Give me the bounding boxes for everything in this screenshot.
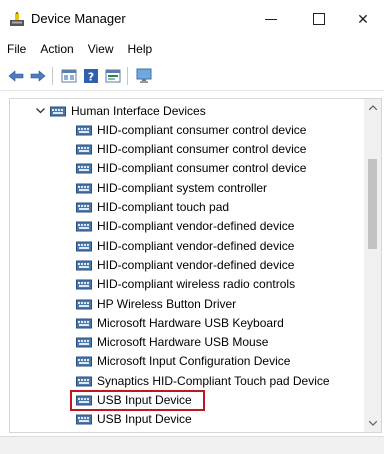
hid-device-icon xyxy=(76,354,92,368)
hid-device-icon xyxy=(76,200,92,214)
tree-device-item[interactable]: HID-compliant wireless radio controls xyxy=(76,275,295,294)
monitor-icon xyxy=(136,68,152,83)
menu-file[interactable]: File xyxy=(0,38,33,60)
vertical-scrollbar[interactable] xyxy=(364,99,381,432)
hid-device-icon xyxy=(76,181,92,195)
chevron-down-icon[interactable] xyxy=(34,105,46,117)
tree-device-item[interactable]: HID-compliant consumer control device xyxy=(76,159,306,178)
hid-device-icon xyxy=(76,297,92,311)
tree-device-item[interactable]: HID-compliant system controller xyxy=(76,178,267,197)
device-label: HID-compliant consumer control device xyxy=(97,122,307,137)
device-label: Microsoft Hardware USB Mouse xyxy=(97,335,269,350)
tree-device-item[interactable]: HID-compliant vendor-defined device xyxy=(76,217,294,236)
minimize-icon xyxy=(265,18,277,20)
hid-device-icon xyxy=(76,412,92,426)
help-icon: ? xyxy=(84,69,98,84)
chevron-down-icon xyxy=(368,421,377,426)
scroll-up-button[interactable] xyxy=(364,99,381,116)
device-label: HID-compliant consumer control device xyxy=(97,161,307,176)
forward-arrow-icon xyxy=(30,70,46,82)
svg-text:?: ? xyxy=(88,71,94,84)
minimize-button[interactable] xyxy=(248,0,294,38)
hid-device-icon xyxy=(76,277,92,291)
tree-device-item[interactable]: Microsoft Hardware USB Keyboard xyxy=(76,313,284,332)
highlight-box xyxy=(70,389,205,411)
device-label: HID-compliant vendor-defined device xyxy=(97,238,295,253)
properties-button[interactable] xyxy=(59,66,79,86)
tree-device-item[interactable]: Microsoft Hardware USB Mouse xyxy=(76,333,268,352)
tree-category-label: Human Interface Devices xyxy=(71,103,206,118)
menu-help[interactable]: Help xyxy=(121,38,160,60)
hid-device-icon xyxy=(76,335,92,349)
scan-hardware-button[interactable] xyxy=(134,66,154,86)
tree-device-item[interactable]: HID-compliant vendor-defined device xyxy=(76,255,294,274)
tree-device-item[interactable]: HID-compliant consumer control device xyxy=(76,120,306,139)
device-label: HID-compliant consumer control device xyxy=(97,142,307,157)
title-bar[interactable]: Device Manager ✕ xyxy=(0,0,384,38)
update-driver-icon xyxy=(105,69,121,83)
chevron-up-icon xyxy=(368,105,377,110)
close-button[interactable]: ✕ xyxy=(340,0,384,38)
toolbar: ? xyxy=(0,62,384,91)
hid-device-icon xyxy=(76,374,92,388)
update-driver-button[interactable] xyxy=(103,66,123,86)
device-label: Microsoft Hardware USB Keyboard xyxy=(97,315,284,330)
back-arrow-icon xyxy=(8,70,24,82)
properties-icon xyxy=(61,69,77,83)
device-label: HID-compliant touch pad xyxy=(97,200,230,214)
device-label: HID-compliant system controller xyxy=(97,180,268,195)
window-title: Device Manager xyxy=(31,11,126,26)
device-label: HID-compliant vendor-defined device xyxy=(97,219,295,234)
toolbar-separator xyxy=(52,67,53,85)
maximize-icon xyxy=(313,13,325,25)
tree-device-item[interactable]: HID-compliant touch pad xyxy=(76,198,229,217)
hid-device-icon xyxy=(76,219,92,233)
hid-category-icon xyxy=(50,104,66,118)
device-manager-window: Device Manager ✕ File Action View Help ?… xyxy=(0,0,384,454)
help-button[interactable]: ? xyxy=(81,66,101,86)
toolbar-separator xyxy=(127,67,128,85)
device-label: HID-compliant wireless radio controls xyxy=(97,277,296,292)
forward-button[interactable] xyxy=(28,66,48,86)
tree-device-item[interactable]: USB Input Device xyxy=(76,410,192,429)
tree-device-item[interactable]: HID-compliant vendor-defined device xyxy=(76,236,294,255)
scroll-thumb[interactable] xyxy=(368,159,377,249)
close-icon: ✕ xyxy=(357,10,369,27)
scroll-down-button[interactable] xyxy=(364,415,381,432)
hid-device-icon xyxy=(76,161,92,175)
device-tree[interactable]: Human Interface Devices HID-compliant con… xyxy=(9,98,382,433)
hid-device-icon xyxy=(76,123,92,137)
device-label: USB Input Device xyxy=(97,412,192,427)
device-label: HP Wireless Button Driver xyxy=(97,296,237,311)
device-label: Microsoft Input Configuration Device xyxy=(97,354,291,369)
status-bar xyxy=(0,436,384,454)
menu-action[interactable]: Action xyxy=(33,38,80,60)
menu-view[interactable]: View xyxy=(81,38,121,60)
maximize-button[interactable] xyxy=(296,0,342,38)
device-manager-icon xyxy=(10,12,24,26)
hid-device-icon xyxy=(76,239,92,253)
hid-device-icon xyxy=(76,258,92,272)
back-button[interactable] xyxy=(6,66,26,86)
device-label: HID-compliant vendor-defined device xyxy=(97,257,295,272)
tree-device-item[interactable]: Microsoft Input Configuration Device xyxy=(76,352,290,371)
tree-device-item[interactable]: HID-compliant consumer control device xyxy=(76,140,306,159)
tree-category-human-interface-devices[interactable]: Human Interface Devices xyxy=(34,101,206,120)
hid-device-icon xyxy=(76,316,92,330)
tree-device-item[interactable]: HP Wireless Button Driver xyxy=(76,294,236,313)
menu-bar: File Action View Help xyxy=(0,38,384,60)
tree-device-item[interactable]: Synaptics HID-Compliant Touch pad Device xyxy=(76,371,330,390)
device-label: Synaptics HID-Compliant Touch pad Device xyxy=(97,373,330,388)
hid-device-icon xyxy=(76,142,92,156)
